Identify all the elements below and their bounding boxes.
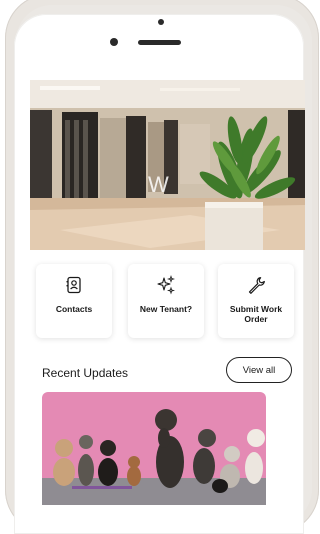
earpiece-speaker [138,40,181,45]
front-camera [110,38,118,46]
lobby-hero-image: W [30,80,305,250]
contacts-icon [66,274,82,296]
proximity-sensor [158,19,164,25]
contacts-label: Contacts [55,304,93,314]
new-tenant-label: New Tenant? [139,304,193,314]
update-card-image[interactable] [42,392,266,505]
view-all-button[interactable]: View all [226,357,292,383]
sparkles-icon [156,274,176,296]
recent-updates-heading: Recent Updates [42,366,129,380]
submit-work-order-label: Submit Work Order [229,304,283,324]
new-tenant-button[interactable]: New Tenant? [128,264,204,338]
contacts-button[interactable]: Contacts [36,264,112,338]
submit-work-order-button[interactable]: Submit Work Order [218,264,294,338]
wrench-icon [247,274,265,296]
svg-text:W: W [148,172,169,197]
